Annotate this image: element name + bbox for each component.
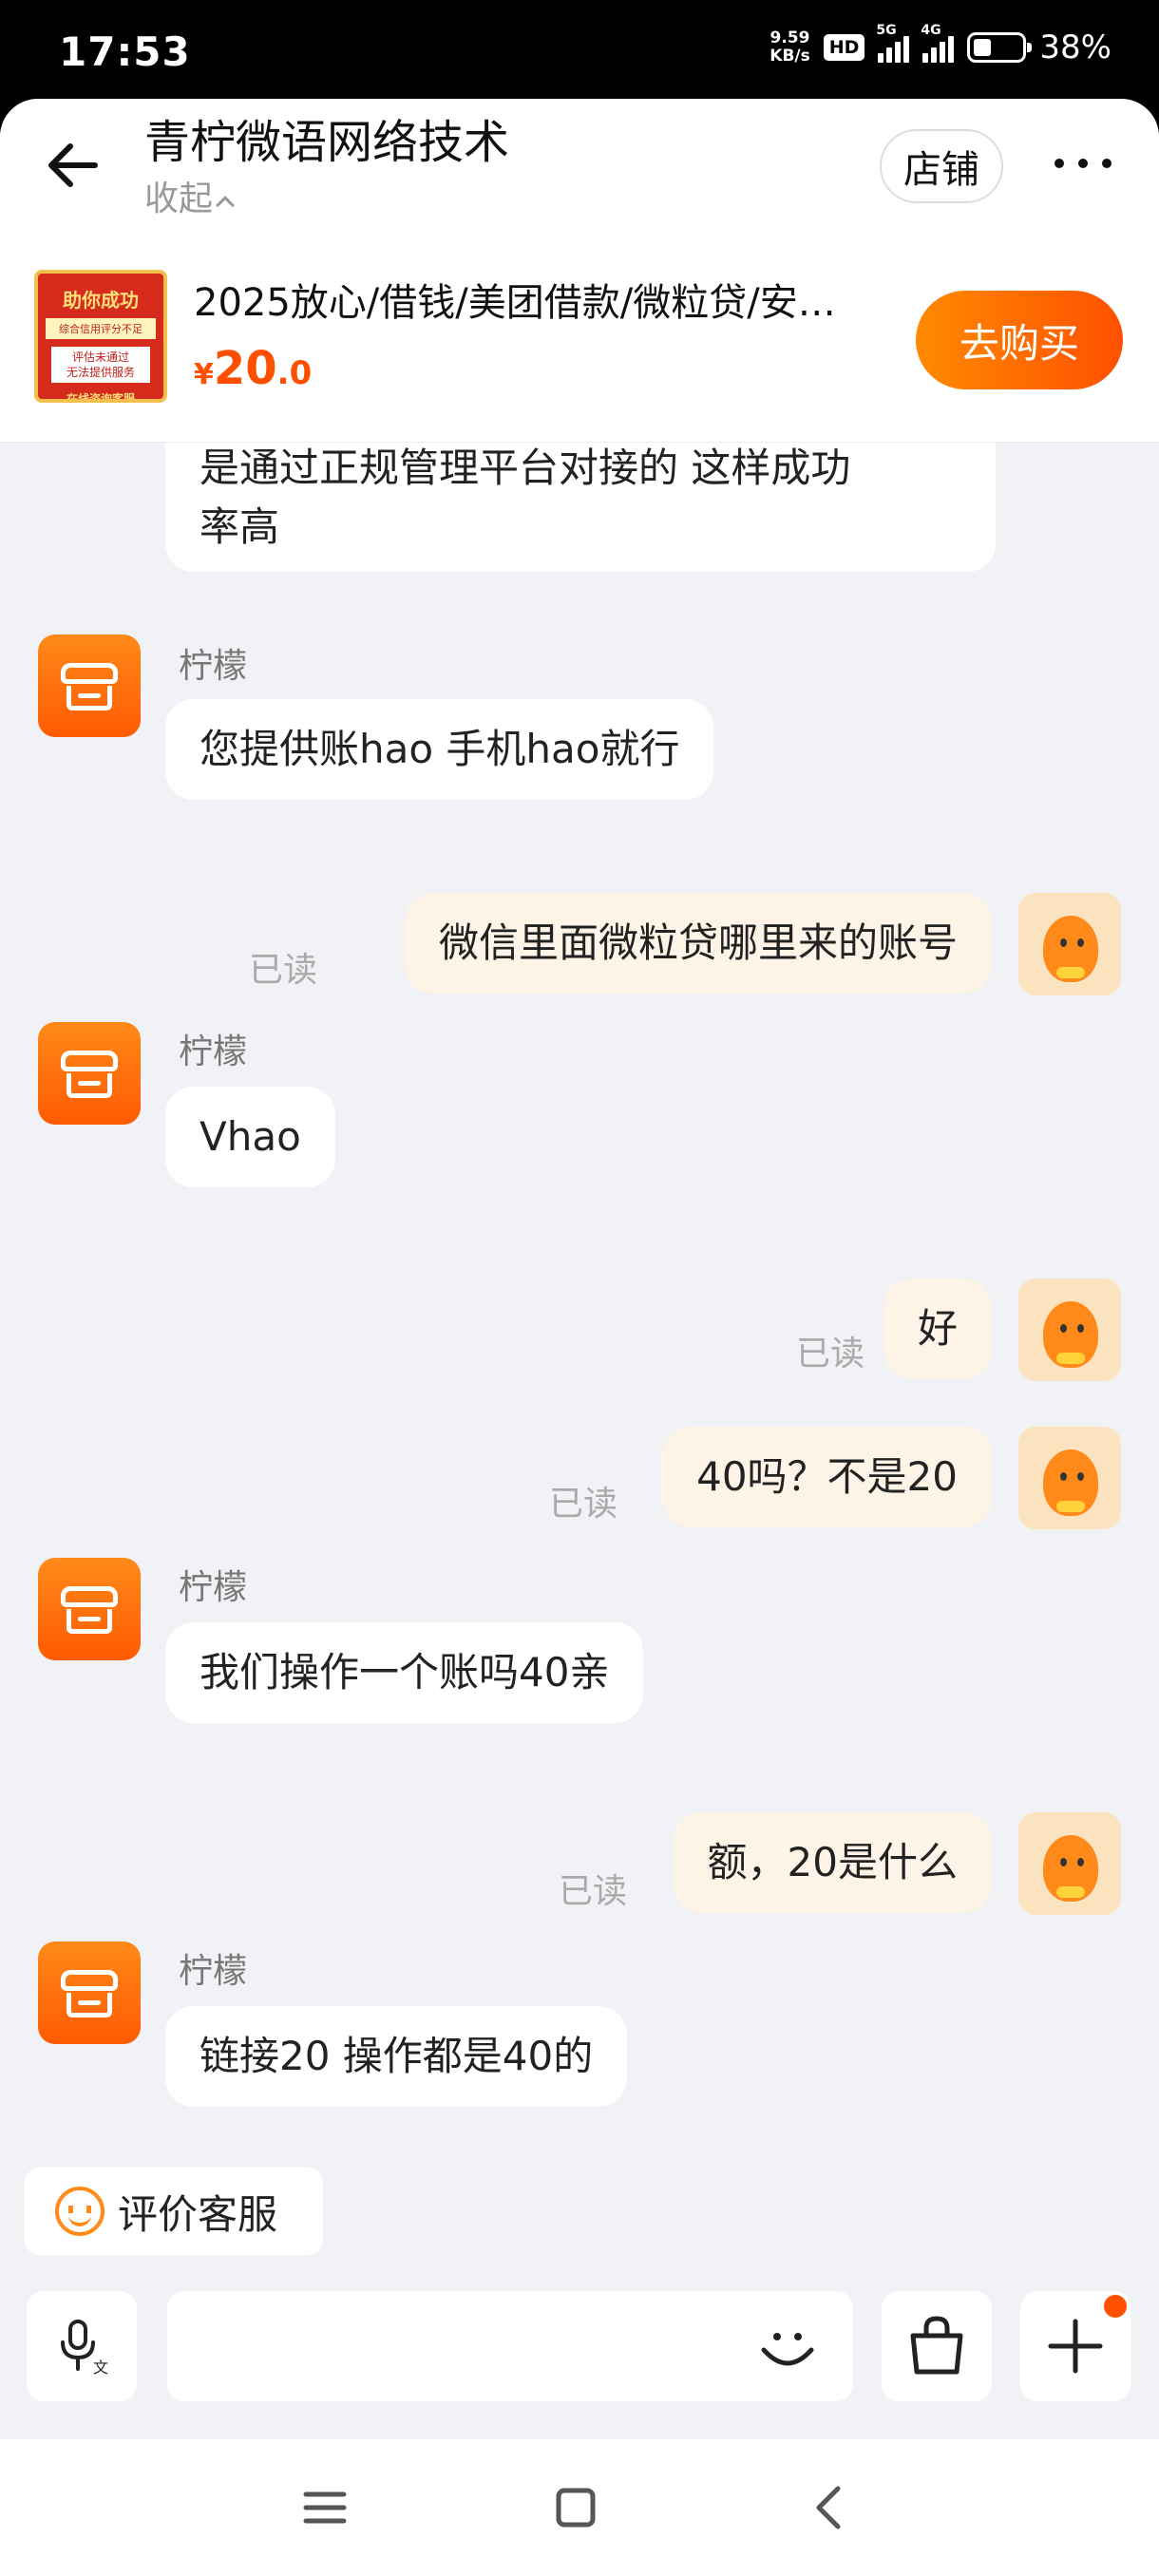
message-text: 微信里面微粒贷哪里来的账号: [438, 919, 958, 966]
message-text: 40吗？不是20: [696, 1453, 958, 1500]
rate-service-label: 评价客服: [118, 2190, 278, 2238]
read-receipt: 已读: [249, 951, 318, 990]
smile-face-icon: [55, 2187, 104, 2236]
status-icons: 9.59 KB/s HD 5G 4G 38%: [770, 23, 1112, 66]
shop-avatar[interactable]: [38, 1558, 141, 1660]
collapse-toggle[interactable]: 收起: [144, 171, 235, 220]
shop-avatar[interactable]: [38, 635, 141, 737]
home-square-icon[interactable]: [545, 2477, 606, 2538]
user-avatar[interactable]: [1018, 1812, 1121, 1915]
shop-avatar[interactable]: [38, 1022, 141, 1125]
status-bar: 17:53 9.59 KB/s HD 5G 4G 38%: [0, 0, 1159, 104]
net-speed-value: 9.59: [770, 28, 810, 47]
message-list[interactable]: 是通过正规管理平台对接的 这样成功 率高 柠檬 您提供账hao 手机hao就行 …: [0, 443, 1159, 2236]
product-thumbnail[interactable]: 助你成功 综合信用评分不足 评估未通过 无法提供服务 在线咨询客服: [34, 270, 167, 403]
voice-input-icon: 文: [61, 2320, 108, 2377]
menu-icon[interactable]: [294, 2477, 355, 2538]
buy-button[interactable]: 去购买: [916, 291, 1123, 389]
message-text: 好: [917, 1305, 958, 1352]
message-bubble[interactable]: 链接20 操作都是40的: [165, 2006, 628, 2107]
message-text: 链接20 操作都是40的: [200, 2033, 594, 2079]
shop-avatar[interactable]: [38, 1941, 141, 2044]
message-bubble[interactable]: 您提供账hao 手机hao就行: [165, 699, 714, 800]
message-bubble[interactable]: 我们操作一个账吗40亲: [165, 1622, 644, 1723]
voice-input-button[interactable]: 文: [27, 2291, 137, 2401]
thumb-line4: 在线咨询客服: [66, 392, 135, 403]
chat-header: 青柠微语网络技术 收起 店铺 助你成功 综合信用评分不足 评估未通过 无法提供服…: [0, 99, 1159, 443]
chat-app: 青柠微语网络技术 收起 店铺 助你成功 综合信用评分不足 评估未通过 无法提供服…: [0, 99, 1159, 2439]
user-avatar[interactable]: [1018, 1279, 1121, 1381]
signal-4g-icon: 4G: [921, 23, 955, 63]
svg-text:文: 文: [93, 2358, 108, 2377]
collapse-label: 收起: [144, 180, 214, 218]
battery-percent: 38%: [1039, 28, 1112, 66]
status-time: 17:53: [59, 28, 191, 75]
back-triangle-icon[interactable]: [800, 2477, 861, 2538]
thumb-line3: 评估未通过 无法提供服务: [51, 347, 150, 383]
hd-badge: HD: [823, 34, 865, 61]
user-avatar[interactable]: [1018, 1427, 1121, 1529]
net-speed-unit: KB/s: [770, 47, 810, 66]
price-currency: ¥: [194, 358, 214, 391]
plus-icon: [1048, 2319, 1103, 2374]
thumb-line1: 助你成功: [63, 289, 139, 312]
message-bubble[interactable]: 额，20是什么: [673, 1812, 992, 1913]
message-text: Vhao: [200, 1113, 301, 1160]
notification-dot: [1100, 2291, 1130, 2321]
shopping-bag-button[interactable]: [882, 2291, 992, 2401]
message-text: 率高: [200, 503, 280, 550]
message-bubble[interactable]: Vhao: [165, 1087, 335, 1187]
store-button[interactable]: 店铺: [880, 129, 1003, 203]
sender-name: 柠檬: [179, 647, 248, 686]
message-text: 是通过正规管理平台对接的 这样成功: [200, 445, 851, 491]
input-bar: 文: [0, 2270, 1159, 2413]
shop-name[interactable]: 青柠微语网络技术: [144, 104, 509, 171]
signal-5g-icon: 5G: [876, 23, 910, 63]
emoji-icon[interactable]: [754, 2314, 821, 2380]
message-bubble[interactable]: 40吗？不是20: [662, 1427, 992, 1527]
read-receipt: 已读: [559, 1872, 628, 1911]
net-speed: 9.59 KB/s: [770, 29, 809, 66]
message-bubble[interactable]: 好: [883, 1279, 992, 1379]
message-text: 我们操作一个账吗40亲: [200, 1649, 610, 1695]
signal-5g-label: 5G: [876, 23, 897, 38]
read-receipt: 已读: [549, 1485, 618, 1524]
price-integer: 20: [213, 342, 277, 395]
message-bubble[interactable]: 微信里面微粒贷哪里来的账号: [404, 893, 992, 994]
message-text: 额，20是什么: [707, 1839, 958, 1885]
message-input[interactable]: [167, 2291, 853, 2401]
thumb-line2: 综合信用评分不足: [46, 318, 156, 339]
product-title[interactable]: 2025放心/借钱/美团借款/微粒贷/安…: [194, 272, 878, 327]
price-decimal: .0: [276, 354, 313, 392]
sender-name: 柠檬: [179, 1952, 248, 1991]
user-avatar[interactable]: [1018, 893, 1121, 995]
more-dots-icon[interactable]: [1054, 144, 1112, 182]
product-price: ¥20.0: [194, 342, 312, 395]
system-nav-bar: [0, 2439, 1159, 2576]
battery-icon: [967, 32, 1033, 63]
message-text: 您提供账hao 手机hao就行: [200, 726, 680, 772]
back-arrow-icon[interactable]: [44, 137, 101, 194]
message-bubble[interactable]: 是通过正规管理平台对接的 这样成功 率高: [165, 443, 996, 572]
signal-4g-label: 4G: [921, 23, 941, 38]
chevron-up-icon: [216, 196, 235, 215]
sender-name: 柠檬: [179, 1032, 248, 1071]
rate-service-button[interactable]: 评价客服: [25, 2168, 323, 2255]
sender-name: 柠檬: [179, 1568, 248, 1607]
read-receipt: 已读: [796, 1335, 865, 1373]
shopping-bag-icon: [910, 2316, 963, 2375]
